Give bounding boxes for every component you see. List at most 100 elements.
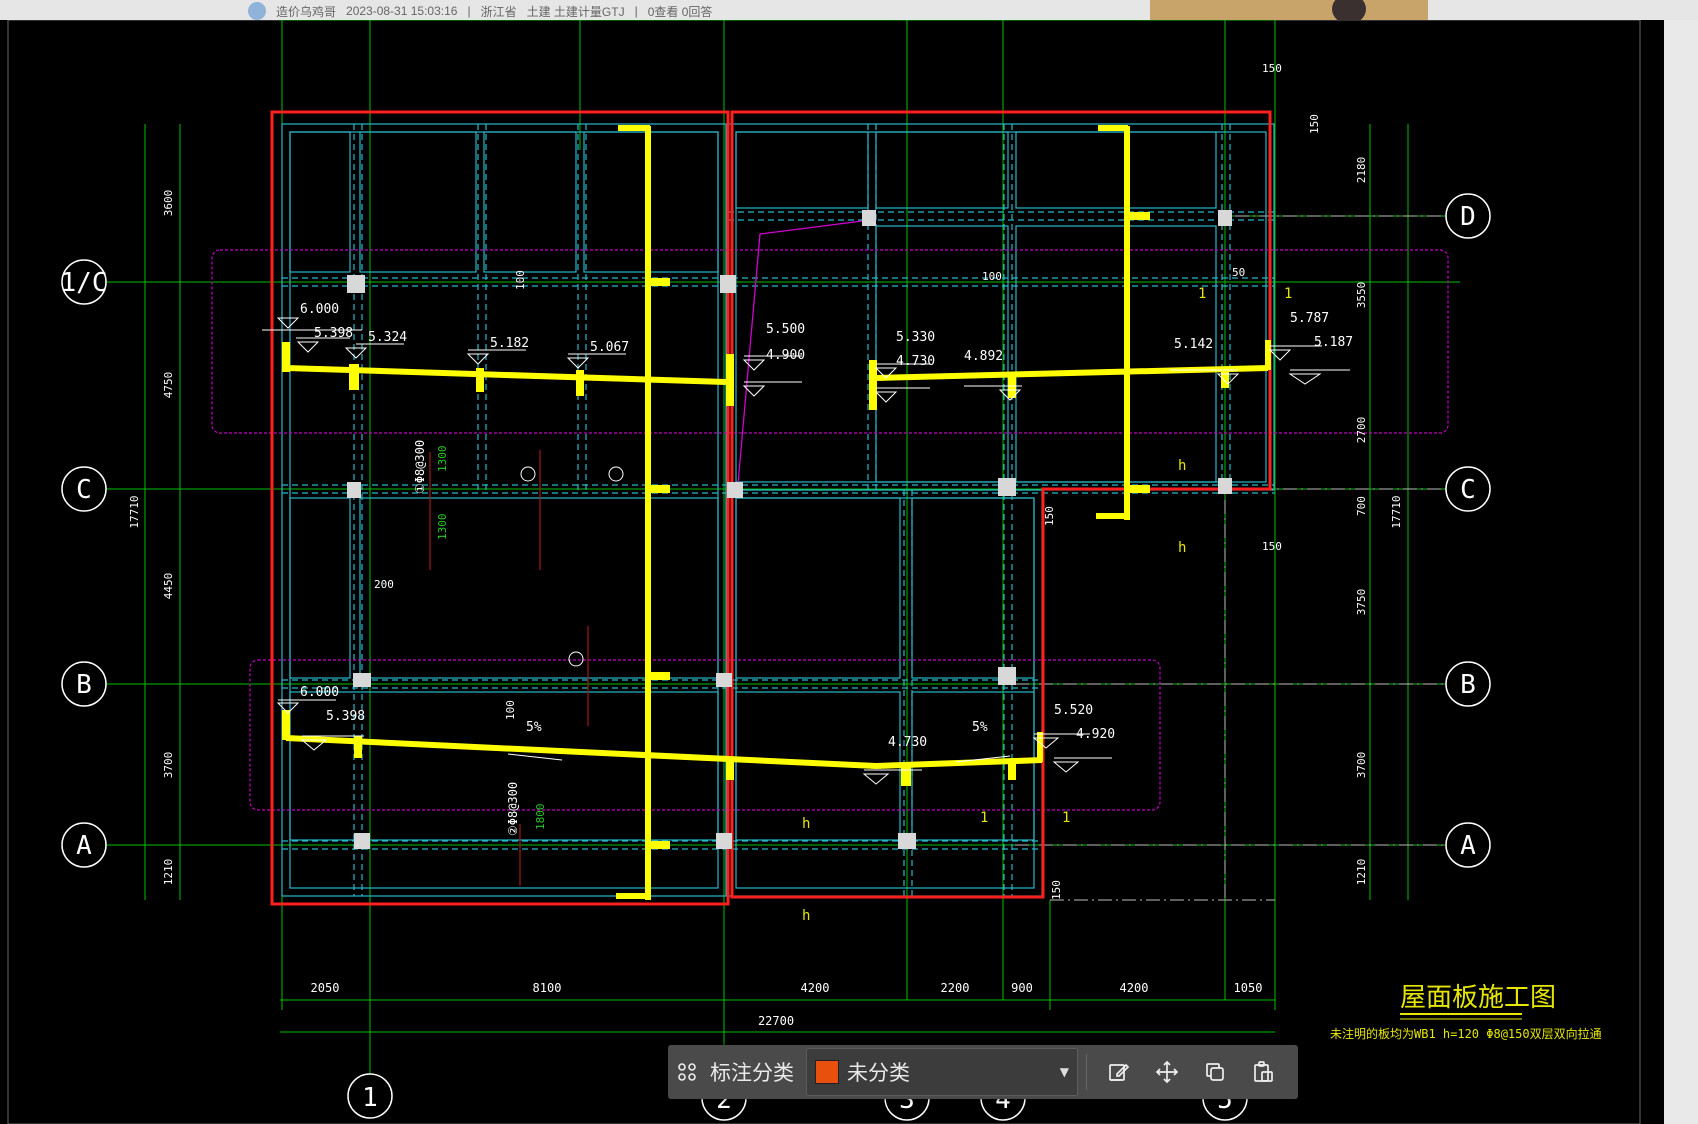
svg-text:3700: 3700 — [162, 752, 175, 779]
svg-text:6.000: 6.000 — [300, 685, 339, 700]
svg-text:200: 200 — [374, 578, 394, 591]
drawing-title: 屋面板施工图 — [1400, 983, 1556, 1013]
cad-drawing-canvas[interactable]: 1/C C B A D C B A 1 2 3 4 5 3600 4750 44… — [0, 20, 1664, 1124]
separator: | — [634, 4, 638, 18]
post-meta: 造价乌鸡哥 2023-08-31 15:03:16 | 浙江省 土建 土建计量G… — [248, 2, 712, 20]
svg-text:150: 150 — [1262, 540, 1282, 553]
small-dimensions: 150 150 150 150 150 100 100 200 100 50 — [374, 62, 1321, 900]
post-region: 浙江省 — [480, 4, 517, 19]
svg-text:1: 1 — [1284, 286, 1292, 302]
svg-text:1210: 1210 — [162, 859, 175, 886]
edit-icon — [1109, 1063, 1130, 1081]
svg-text:h: h — [802, 816, 810, 832]
copy-button[interactable] — [1191, 1045, 1239, 1099]
axis-grid-lines — [100, 20, 1460, 1080]
elevation-leaders — [262, 329, 1350, 771]
centerlines — [1015, 215, 1450, 901]
svg-text:5.067: 5.067 — [590, 340, 629, 355]
yellow-paths — [282, 125, 1271, 900]
columns — [347, 210, 1232, 849]
svg-text:h: h — [1178, 458, 1186, 474]
svg-text:5.187: 5.187 — [1314, 335, 1353, 350]
svg-text:5%: 5% — [972, 720, 988, 735]
dimensions-right: 2180 3550 2700 700 3750 3700 1210 17710 — [1355, 157, 1403, 886]
category-color-swatch — [815, 1060, 839, 1084]
move-button[interactable] — [1143, 1045, 1191, 1099]
svg-text:4.900: 4.900 — [766, 348, 805, 363]
svg-text:5.142: 5.142 — [1174, 337, 1213, 352]
paste-button[interactable] — [1239, 1045, 1287, 1099]
axis-label-a: A — [76, 831, 92, 861]
axis-label-d: D — [1460, 202, 1476, 232]
thumbnail-image[interactable] — [1150, 0, 1428, 24]
svg-text:1: 1 — [1062, 810, 1070, 826]
svg-text:3750: 3750 — [1355, 589, 1368, 616]
svg-text:3550: 3550 — [1355, 282, 1368, 309]
author-name[interactable]: 造价乌鸡哥 — [276, 3, 336, 20]
category-value: 未分类 — [847, 1061, 910, 1085]
svg-text:1050: 1050 — [1234, 981, 1263, 995]
axis-label-c: C — [76, 475, 92, 505]
category-select[interactable]: 未分类 ▼ — [806, 1048, 1078, 1096]
toolbar-divider — [1086, 1054, 1087, 1090]
svg-text:5.324: 5.324 — [368, 330, 407, 345]
elevation-markers — [276, 317, 1322, 785]
svg-text:4450: 4450 — [162, 573, 175, 600]
drawing-border — [7, 20, 1641, 1124]
svg-text:4750: 4750 — [162, 372, 175, 399]
move-icon — [1155, 1060, 1179, 1084]
cad-drawing: 1/C C B A D C B A 1 2 3 4 5 3600 4750 44… — [7, 20, 1641, 1124]
axis-label-c: C — [1460, 475, 1476, 505]
edit-button[interactable] — [1095, 1045, 1143, 1099]
post-tags[interactable]: 土建 土建计量GTJ — [527, 3, 625, 20]
svg-text:②Φ8@300: ②Φ8@300 — [506, 782, 520, 836]
svg-text:①Φ8@300: ①Φ8@300 — [413, 440, 427, 494]
svg-text:2700: 2700 — [1355, 417, 1368, 444]
svg-text:17710: 17710 — [128, 495, 141, 528]
svg-text:2050: 2050 — [311, 981, 340, 995]
rebar-text: ①Φ8@300 ②Φ8@300 — [413, 440, 520, 836]
axis-label-1c: 1/C — [61, 268, 108, 298]
drawing-note: 未注明的板均为WB1 h=120 Φ8@150双层双向拉通 — [1330, 1026, 1602, 1041]
svg-text:6.000: 6.000 — [300, 302, 339, 317]
right-scroll-strip — [1664, 20, 1698, 1124]
svg-text:1300: 1300 — [436, 514, 449, 541]
svg-text:3600: 3600 — [162, 190, 175, 217]
copy-icon — [1206, 1063, 1224, 1081]
svg-text:22700: 22700 — [758, 1014, 794, 1028]
svg-text:1210: 1210 — [1355, 859, 1368, 886]
svg-text:4200: 4200 — [801, 981, 830, 995]
svg-text:8100: 8100 — [533, 981, 562, 995]
author-avatar[interactable] — [248, 2, 266, 20]
svg-text:5.787: 5.787 — [1290, 311, 1329, 326]
post-stats: 0查看 0回答 — [647, 4, 713, 19]
svg-text:900: 900 — [1011, 981, 1033, 995]
svg-text:5.500: 5.500 — [766, 322, 805, 337]
svg-text:h: h — [802, 908, 810, 924]
svg-text:2180: 2180 — [1355, 157, 1368, 184]
svg-text:4.892: 4.892 — [964, 349, 1003, 364]
category-label: 标注分类 — [710, 1061, 794, 1085]
axis-label-b: B — [1460, 670, 1476, 700]
svg-text:1: 1 — [1198, 286, 1206, 302]
svg-text:1: 1 — [980, 810, 988, 826]
dimensions-left: 3600 4750 4450 3700 1210 17710 — [128, 190, 175, 886]
rebar-lengths: 1300 1300 1800 — [436, 446, 547, 831]
svg-text:5.182: 5.182 — [490, 336, 529, 351]
svg-text:3700: 3700 — [1355, 752, 1368, 779]
svg-text:100: 100 — [514, 270, 527, 290]
grid-apps-icon[interactable] — [668, 1045, 706, 1099]
slope-labels: 5% 5% — [526, 720, 988, 735]
selection-regions — [270, 110, 1272, 906]
paste-icon — [1254, 1061, 1273, 1082]
svg-text:4.730: 4.730 — [896, 354, 935, 369]
svg-text:1300: 1300 — [436, 446, 449, 473]
dimensions-bottom: 2050 8100 4200 2200 900 4200 1050 22700 — [311, 981, 1263, 1028]
separator: | — [467, 4, 471, 18]
post-datetime: 2023-08-31 15:03:16 — [346, 4, 458, 18]
svg-text:5%: 5% — [526, 720, 542, 735]
svg-text:5.330: 5.330 — [896, 330, 935, 345]
svg-text:700: 700 — [1355, 496, 1368, 516]
svg-text:100: 100 — [504, 700, 517, 720]
svg-text:150: 150 — [1308, 114, 1321, 134]
